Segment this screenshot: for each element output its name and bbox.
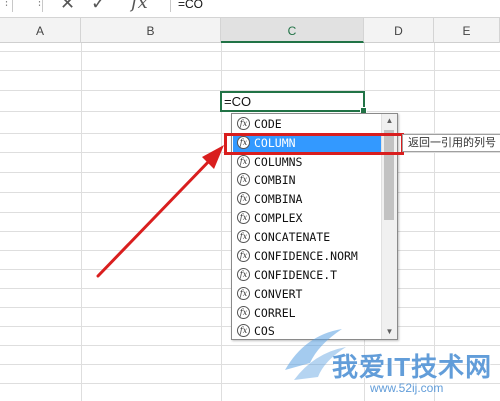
autocomplete-item-label: CONFIDENCE.T <box>254 268 338 282</box>
function-icon: fx <box>237 155 250 168</box>
autocomplete-item-confidence-norm[interactable]: fx CONFIDENCE.NORM <box>233 247 382 265</box>
active-cell-value[interactable]: =CO <box>224 94 251 110</box>
function-icon: fx <box>237 211 250 224</box>
formula-input[interactable]: =CO <box>178 0 203 11</box>
name-box-dropdown-icon[interactable]: ⋮ <box>1 0 12 9</box>
function-icon: fx <box>237 192 250 205</box>
scroll-down-arrow-icon[interactable]: ▼ <box>382 325 397 339</box>
function-icon: fx <box>237 268 250 281</box>
column-gridline <box>434 43 435 401</box>
column-header-row: A B C D E <box>0 18 500 43</box>
row-gridline <box>0 70 500 71</box>
autocomplete-item-combin[interactable]: fx COMBIN <box>233 171 382 189</box>
formula-bar: ⋮ ⋮ ✕ ✓ fx =CO <box>0 0 500 18</box>
function-icon: fx <box>237 230 250 243</box>
enter-icon[interactable]: ✓ <box>91 0 106 12</box>
autocomplete-item-combina[interactable]: fx COMBINA <box>233 190 382 208</box>
function-icon: fx <box>237 324 250 337</box>
autocomplete-item-label: CONVERT <box>254 287 303 301</box>
column-header-e[interactable]: E <box>434 18 500 43</box>
autocomplete-item-concatenate[interactable]: fx CONCATENATE <box>233 228 382 246</box>
autocomplete-item-complex[interactable]: fx COMPLEX <box>233 209 382 227</box>
function-icon: fx <box>237 287 250 300</box>
column-header-d[interactable]: D <box>364 18 434 43</box>
autocomplete-item-confidence-t[interactable]: fx CONFIDENCE.T <box>233 266 382 284</box>
column-header-a[interactable]: A <box>0 18 81 43</box>
autocomplete-item-code[interactable]: fx CODE <box>233 115 382 133</box>
function-icon: fx <box>237 117 250 130</box>
row-gridline <box>0 51 500 52</box>
formula-bar-divider <box>12 0 13 12</box>
column-gridline <box>81 43 82 401</box>
autocomplete-item-label: CONFIDENCE.NORM <box>254 249 358 263</box>
column-header-b[interactable]: B <box>81 18 221 43</box>
autocomplete-item-label: COMPLEX <box>254 211 303 225</box>
cancel-icon[interactable]: ✕ <box>60 0 75 12</box>
scroll-up-arrow-icon[interactable]: ▲ <box>382 114 397 128</box>
autocomplete-item-label: COMBIN <box>254 173 296 187</box>
autocomplete-item-label: COS <box>254 324 275 338</box>
function-icon: fx <box>237 173 250 186</box>
row-gridline <box>0 345 500 346</box>
annotation-highlight-box <box>224 133 404 155</box>
formula-bar-grip-icon[interactable]: ⋮ <box>34 0 45 9</box>
autocomplete-item-label: CODE <box>254 117 282 131</box>
autocomplete-item-convert[interactable]: fx CONVERT <box>233 285 382 303</box>
row-gridline <box>0 364 500 365</box>
formula-bar-divider <box>170 0 171 12</box>
autocomplete-item-label: COMBINA <box>254 192 303 206</box>
insert-function-icon[interactable]: fx <box>131 0 148 12</box>
autocomplete-item-correl[interactable]: fx CORREL <box>233 304 382 322</box>
formula-bar-divider <box>42 0 43 12</box>
autocomplete-item-label: COLUMNS <box>254 155 303 169</box>
function-tooltip: 返回一引用的列号 <box>402 134 500 152</box>
function-icon: fx <box>237 306 250 319</box>
autocomplete-item-label: CORREL <box>254 306 296 320</box>
column-header-c[interactable]: C <box>221 18 364 43</box>
row-gridline <box>0 383 500 384</box>
active-cell-c[interactable]: =CO <box>220 91 367 114</box>
autocomplete-item-columns[interactable]: fx COLUMNS <box>233 153 382 171</box>
autocomplete-item-label: CONCATENATE <box>254 230 331 244</box>
autocomplete-item-cos[interactable]: fx COS <box>233 322 382 339</box>
function-icon: fx <box>237 249 250 262</box>
